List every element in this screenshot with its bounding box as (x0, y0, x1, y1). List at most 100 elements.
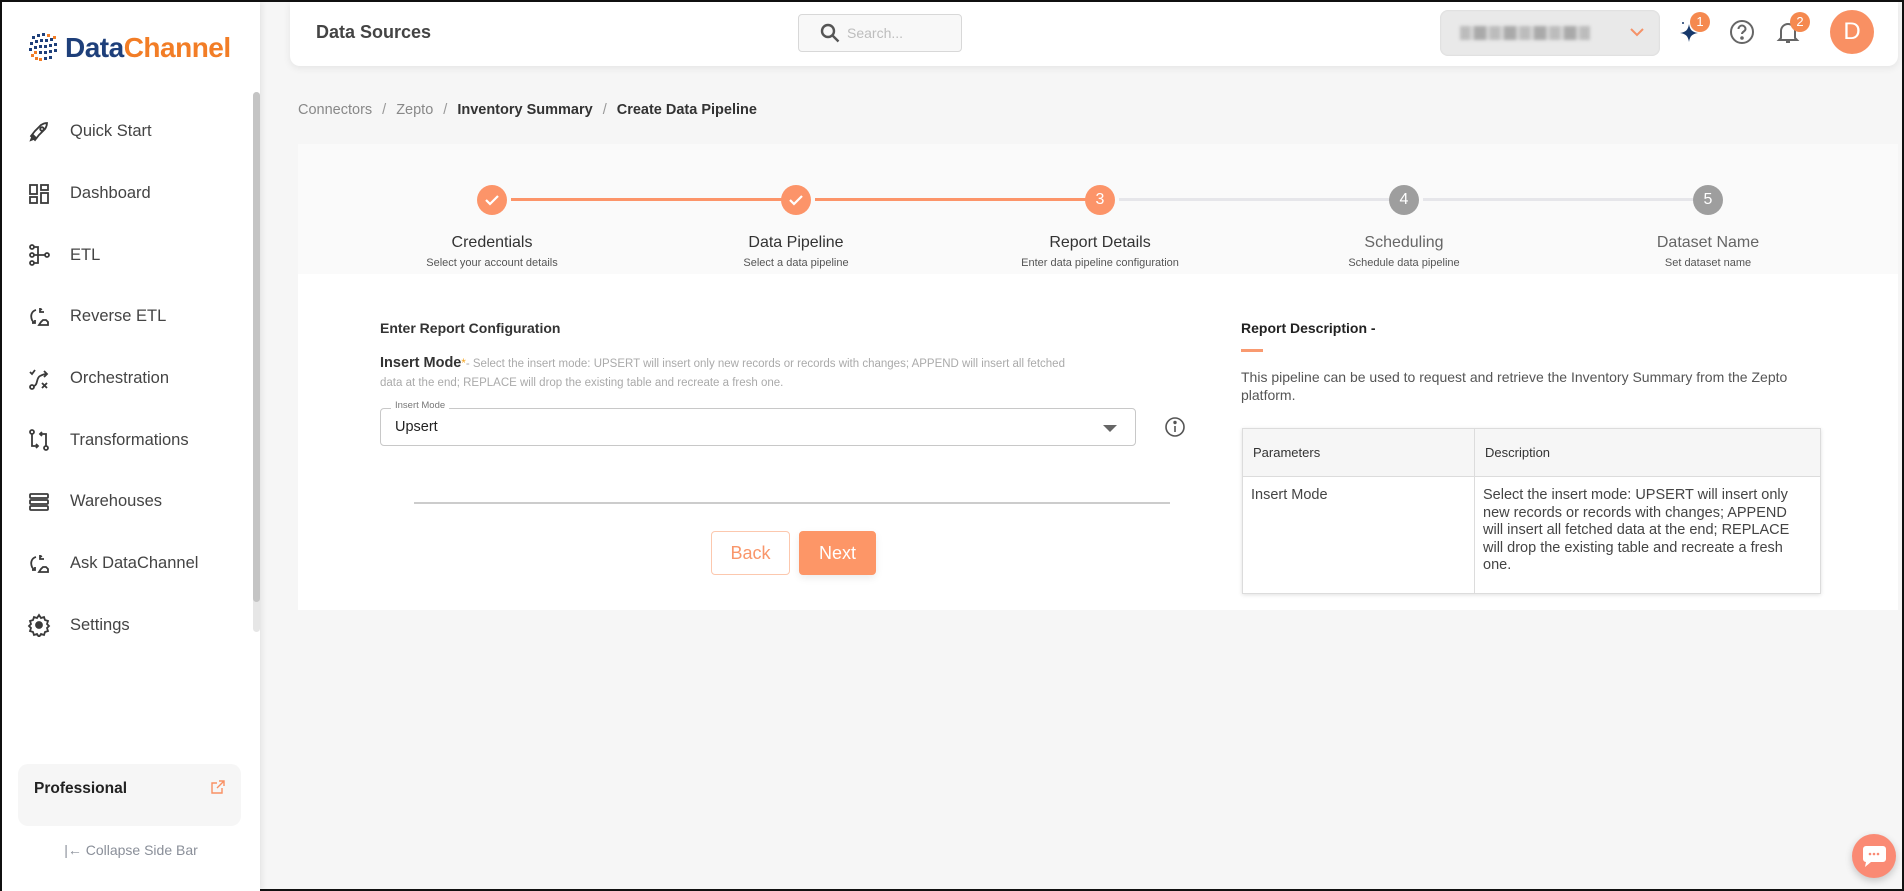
accent-underline (1241, 349, 1263, 352)
brand-name-part2: Channel (123, 32, 231, 63)
orchestration-icon (26, 366, 52, 392)
ai-badge: 1 (1690, 12, 1710, 32)
step-4-number: 4 (1389, 185, 1419, 215)
table-row: Insert Mode Select the insert mode: UPSE… (1242, 476, 1821, 594)
next-button[interactable]: Next (799, 531, 876, 575)
chat-support-button[interactable] (1852, 834, 1896, 878)
sidebar-item-reverse-etl[interactable]: Reverse ETL (2, 286, 252, 348)
insert-mode-help-text: - Select the insert mode: UPSERT will in… (380, 358, 1065, 389)
step-1-subtitle: Select your account details (426, 257, 558, 269)
brand-name-part1: Data (65, 32, 124, 63)
sidebar-item-ask-datachannel[interactable]: Ask DataChannel (2, 533, 252, 595)
form-heading: Enter Report Configuration (380, 320, 561, 336)
logo-mark-icon (29, 33, 57, 61)
step-1-complete-check-icon (477, 185, 507, 215)
step-connector-complete (815, 198, 1089, 201)
report-description-title: Report Description - (1241, 320, 1376, 336)
search-box[interactable] (798, 14, 962, 52)
column-header-description: Description (1474, 428, 1821, 477)
stepper: 3 4 5 Credentials Select your account de… (298, 144, 1898, 274)
insert-mode-select-value: Upsert (395, 419, 438, 435)
step-connector-complete (511, 198, 785, 201)
breadcrumb-inventory-summary[interactable]: Inventory Summary (457, 102, 592, 118)
transformations-icon (26, 427, 52, 453)
breadcrumb: Connectors / Zepto / Inventory Summary /… (298, 102, 757, 118)
insert-mode-label-text: Insert Mode (380, 355, 462, 371)
insert-mode-select[interactable]: Insert Mode Upsert (380, 400, 1136, 446)
gear-icon (26, 612, 52, 638)
collapse-sidebar-button[interactable]: |← Collapse Side Bar (2, 842, 260, 858)
breadcrumb-current: Create Data Pipeline (616, 102, 757, 118)
breadcrumb-separator: / (443, 102, 448, 118)
step-5-title: Dataset Name (1656, 234, 1760, 251)
workspace-select[interactable] (1440, 10, 1660, 56)
column-header-parameters: Parameters (1242, 428, 1475, 477)
user-avatar[interactable]: D (1830, 10, 1874, 54)
plan-label: Professional (34, 780, 128, 797)
sidebar-scrollbar-thumb[interactable] (253, 92, 260, 602)
sidebar-item-transformations[interactable]: Transformations (2, 409, 252, 471)
step-3-number: 3 (1085, 185, 1115, 215)
sidebar-item-settings[interactable]: Settings (2, 595, 252, 657)
breadcrumb-separator: / (382, 102, 387, 118)
sidebar-item-label: Reverse ETL (70, 307, 167, 326)
sidebar-item-label: Dashboard (70, 184, 151, 203)
breadcrumb-connectors[interactable]: Connectors (298, 102, 372, 118)
step-1-title: Credentials (451, 234, 533, 251)
breadcrumb-separator: / (602, 102, 607, 118)
help-icon[interactable] (1728, 18, 1756, 46)
insert-mode-label: Insert Mode*- Select the insert mode: UP… (380, 354, 1080, 393)
sidebar-item-quick-start[interactable]: Quick Start (2, 101, 252, 163)
workspace-name-blurred (1460, 26, 1590, 40)
sidebar-item-label: Ask DataChannel (70, 554, 199, 573)
chat-bubble-icon (1863, 846, 1886, 867)
datachannel-logo[interactable]: DataChannel (26, 30, 231, 66)
page-title: Data Sources (316, 22, 432, 42)
notifications-badge: 2 (1790, 12, 1810, 32)
external-link-icon[interactable] (211, 780, 225, 794)
step-5-number: 5 (1693, 185, 1723, 215)
sidebar-item-etl[interactable]: ETL (2, 224, 252, 286)
step-4-title: Scheduling (1364, 234, 1444, 251)
chevron-down-icon (1630, 28, 1644, 37)
sidebar-item-label: Warehouses (70, 492, 163, 511)
step-connector-pending (1119, 198, 1393, 201)
step-3-subtitle: Enter data pipeline configuration (1021, 257, 1179, 269)
form-divider (414, 502, 1170, 504)
top-header: Data Sources 1 2 D (290, 2, 1898, 66)
sidebar-item-orchestration[interactable]: Orchestration (2, 348, 252, 410)
step-3-title: Report Details (1049, 234, 1151, 251)
sidebar-item-label: Settings (70, 615, 130, 634)
step-connector-pending (1423, 198, 1697, 201)
step-4-subtitle: Schedule data pipeline (1348, 257, 1460, 269)
parameter-description-cell: Select the insert mode: UPSERT will inse… (1474, 476, 1821, 594)
brand-name: DataChannel (65, 32, 231, 64)
sidebar: DataChannel Quick Start Dashboard ETL Re… (2, 2, 260, 891)
search-icon (820, 23, 840, 43)
parameter-name-cell: Insert Mode (1242, 476, 1475, 594)
sidebar-item-label: ETL (70, 245, 101, 264)
sidebar-item-warehouses[interactable]: Warehouses (2, 471, 252, 533)
dashboard-icon (26, 181, 52, 207)
sidebar-item-label: Orchestration (70, 369, 170, 388)
parameters-table: Parameters Description Insert Mode Selec… (1242, 428, 1821, 594)
create-pipeline-panel: 3 4 5 Credentials Select your account de… (298, 144, 1898, 610)
insert-mode-select-legend: Insert Mode (391, 400, 450, 411)
rocket-icon (26, 119, 52, 145)
reverse-etl-icon (26, 304, 52, 330)
warehouses-icon (26, 489, 52, 515)
step-2-complete-check-icon (781, 185, 811, 215)
search-input[interactable] (847, 25, 957, 41)
breadcrumb-zepto[interactable]: Zepto (396, 102, 433, 118)
sidebar-item-label: Quick Start (70, 122, 152, 141)
sidebar-item-dashboard[interactable]: Dashboard (2, 163, 252, 225)
sidebar-nav: Quick Start Dashboard ETL Reverse ETL Or… (2, 101, 252, 656)
plan-card[interactable]: Professional (18, 764, 241, 826)
etl-icon (26, 242, 52, 268)
report-description-text: This pipeline can be used to request and… (1241, 369, 1788, 403)
back-button[interactable]: Back (711, 531, 790, 575)
info-icon[interactable] (1164, 416, 1186, 438)
caret-down-icon (1103, 425, 1117, 432)
step-2-title: Data Pipeline (748, 234, 844, 251)
sidebar-item-label: Transformations (70, 430, 189, 449)
